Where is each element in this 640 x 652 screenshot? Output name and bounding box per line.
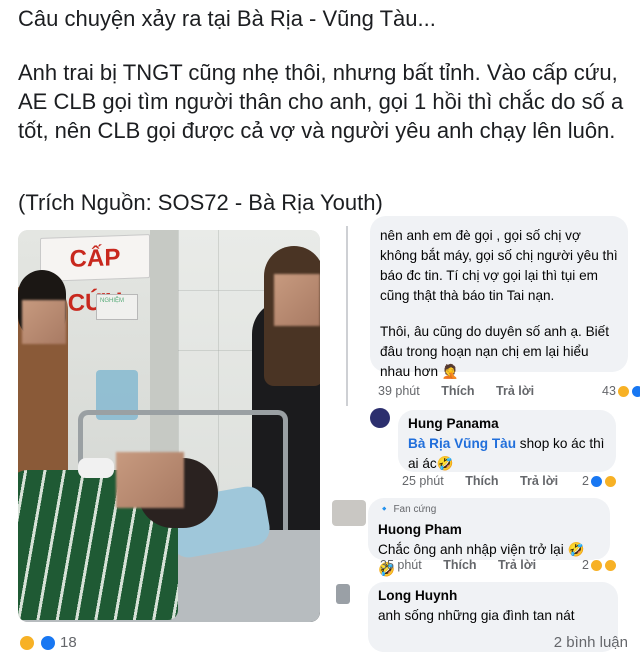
blurred-face — [274, 274, 320, 326]
commenter-name[interactable]: Huong Pham — [378, 520, 600, 540]
avatar[interactable] — [370, 408, 390, 428]
fan-badge: 🔹 Fan cứng — [378, 500, 600, 520]
blurred-face — [116, 452, 184, 508]
blurred-face — [22, 300, 66, 344]
reply-link[interactable]: Trả lời — [520, 474, 558, 488]
like-icon — [589, 474, 603, 488]
towel — [78, 458, 114, 478]
reply-link[interactable]: Trả lời — [496, 384, 534, 398]
reaction-count[interactable]: 2 — [582, 474, 617, 488]
reaction-number: 2 — [582, 474, 589, 488]
like-link[interactable]: Thích — [441, 384, 474, 398]
comment-meta: 35 phút Thích Trả lời — [380, 558, 554, 572]
reaction-total: 18 — [60, 634, 77, 651]
comment-meta: 39 phút Thích Trả lời — [378, 384, 552, 398]
comment-bubble: nên anh em đè gọi , gọi số chị vợ không … — [370, 216, 628, 379]
like-link[interactable]: Thích — [443, 558, 476, 572]
post-line-1: Câu chuyện xảy ra tại Bà Rịa - Vũng Tàu.… — [18, 6, 436, 31]
reply-link[interactable]: Trả lời — [498, 558, 536, 572]
reaction-count[interactable]: 2 — [582, 558, 617, 572]
haha-icon — [589, 558, 603, 572]
avatar[interactable] — [336, 584, 350, 604]
comment-bubble: 🔹 Fan cứng Huong Pham Chắc ông anh nhập v… — [368, 498, 610, 577]
comment-time[interactable]: 39 phút — [378, 384, 420, 398]
avatar[interactable] — [332, 500, 366, 526]
reaction-count[interactable]: 43 — [602, 384, 640, 398]
comment-text: nên anh em đè gọi , gọi số chị vợ không … — [380, 228, 618, 303]
reaction-number: 43 — [602, 384, 616, 398]
post-source: (Trích Nguồn: SOS72 - Bà Rịa Youth) — [18, 190, 383, 215]
fan-badge-label: Fan cứng — [393, 504, 437, 515]
haha-icon — [616, 384, 630, 398]
like-link[interactable]: Thích — [465, 474, 498, 488]
comment-meta: 25 phút Thích Trả lời — [402, 474, 576, 488]
like-icon — [40, 634, 56, 651]
comment-time[interactable]: 25 phút — [402, 474, 444, 488]
small-sign: NGHIỆM — [96, 294, 138, 320]
commenter-name[interactable]: Long Huynh — [378, 586, 608, 606]
thread-line — [346, 226, 348, 406]
comment-count[interactable]: 2 bình luận — [554, 634, 628, 651]
post-reactions[interactable]: 18 — [18, 634, 77, 651]
comment-bubble: Hung Panama Bà Rịa Vũng Tàu shop ko ác t… — [398, 410, 616, 472]
commenter-name[interactable]: Hung Panama — [408, 414, 606, 434]
comment-text: anh sống những gia đình tan nát — [378, 608, 575, 623]
tagged-page[interactable]: Bà Rịa Vũng Tàu — [408, 436, 516, 451]
fan-badge-icon: 🔹 — [378, 504, 391, 515]
haha-icon — [603, 558, 617, 572]
haha-icon — [603, 474, 617, 488]
comment-time[interactable]: 35 phút — [380, 558, 422, 572]
reaction-number: 2 — [582, 558, 589, 572]
haha-icon — [19, 634, 35, 651]
like-icon — [630, 384, 640, 398]
post-line-2: Anh trai bị TNGT cũng nhẹ thôi, nhưng bấ… — [18, 60, 624, 143]
post-photo[interactable]: CẤP CỨU NGHIỆM — [18, 230, 320, 622]
comment-text: Thôi, âu cũng do duyên số anh ạ. Biết đâ… — [380, 324, 609, 379]
post-footer: 18 2 bình luận — [18, 634, 628, 651]
comments-panel: nên anh em đè gọi , gọi số chị vợ không … — [332, 216, 640, 652]
